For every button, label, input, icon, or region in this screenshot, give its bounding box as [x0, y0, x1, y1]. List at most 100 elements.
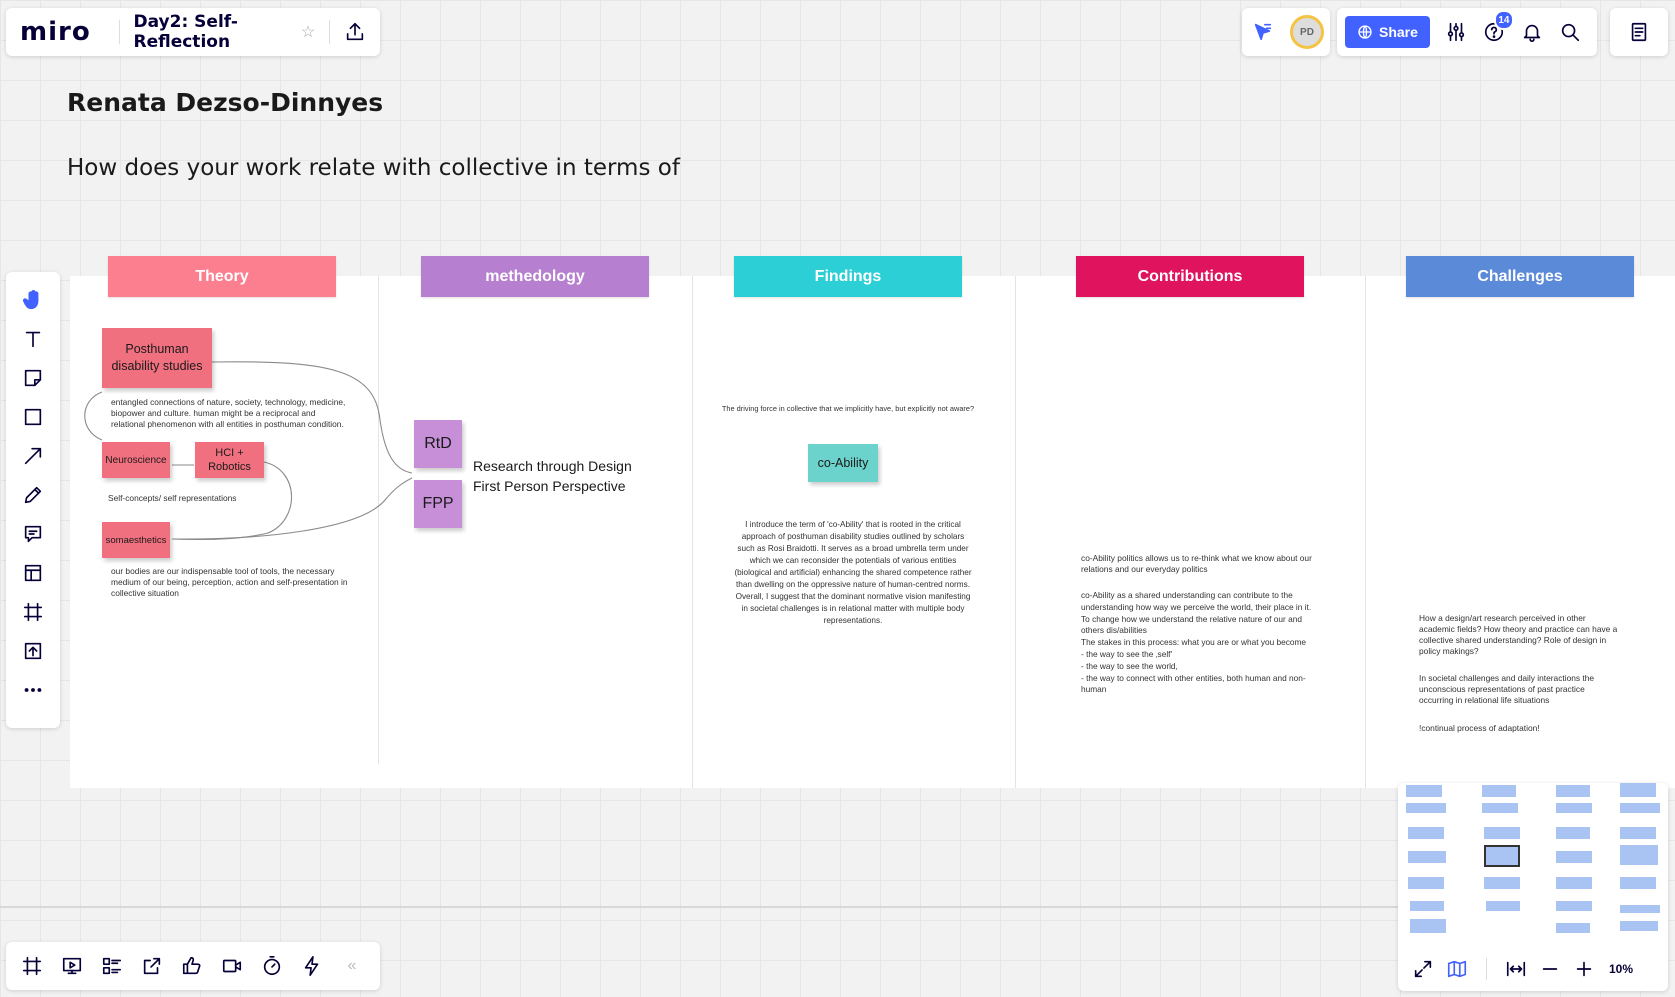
comment-icon[interactable] — [15, 516, 51, 552]
board-header-panel: miro Day2: Self-Reflection ☆ — [6, 8, 380, 56]
text-research-design: Research through Design — [473, 458, 632, 474]
zoom-controls: 10% — [1398, 951, 1668, 987]
lightning-icon[interactable] — [294, 948, 330, 984]
sticky-somaesthetics[interactable]: somaesthetics — [102, 522, 170, 558]
text-challenges-2: In societal challenges and daily interac… — [1419, 673, 1595, 705]
sticky-neuroscience[interactable]: Neuroscience — [102, 442, 170, 478]
minimap-panel[interactable]: 10% — [1398, 783, 1668, 991]
text-self-concepts: Self-concepts/ self representations — [108, 493, 237, 503]
avatar[interactable]: PD — [1290, 15, 1324, 49]
share-label: Share — [1379, 24, 1418, 40]
minimap-viewport[interactable] — [1484, 845, 1520, 867]
text-contributions-1: co-Ability politics allows us to re-thin… — [1081, 553, 1312, 574]
notes-icon[interactable] — [1621, 14, 1657, 50]
minimap-thumb — [1556, 785, 1590, 797]
collaborators-panel: PD — [1242, 8, 1330, 56]
cursor-flag-icon[interactable] — [1248, 14, 1278, 50]
fit-width-icon[interactable] — [1501, 951, 1531, 987]
shape-icon[interactable] — [15, 399, 51, 435]
text-contributions-2: co-Ability as a shared understanding can… — [1081, 590, 1312, 695]
left-toolbar — [6, 272, 60, 728]
zoom-out-icon[interactable] — [1535, 951, 1565, 987]
text-icon[interactable] — [15, 321, 51, 357]
text-entangled: entangled connections of nature, society… — [111, 397, 346, 429]
zoom-level[interactable]: 10% — [1609, 962, 1633, 976]
minimap-thumb — [1620, 877, 1656, 889]
minimap-thumb — [1620, 921, 1658, 931]
share-button[interactable]: Share — [1345, 16, 1430, 48]
minimap-thumb — [1484, 827, 1520, 839]
sticky-rtd[interactable]: RtD — [414, 420, 462, 468]
text-first-person: First Person Perspective — [473, 478, 626, 494]
minimap-thumb — [1406, 785, 1442, 797]
timer-icon[interactable] — [254, 948, 290, 984]
minimap-thumb — [1408, 827, 1444, 839]
minimap-thumb — [1556, 851, 1592, 863]
minimap-thumb — [1410, 919, 1446, 933]
collapse-icon[interactable]: « — [334, 948, 370, 984]
divider — [118, 20, 120, 44]
sticky-label: RtD — [424, 435, 452, 452]
hand-icon[interactable] — [15, 282, 51, 318]
minimap-thumb — [1620, 827, 1656, 839]
text-driving-force: The driving force in collective that we … — [721, 404, 975, 413]
bottom-toolbar: « — [6, 942, 380, 990]
bell-icon[interactable] — [1514, 14, 1550, 50]
sticky-note-icon[interactable] — [15, 360, 51, 396]
help-icon[interactable]: 14 — [1476, 10, 1514, 50]
sticky-label: somaesthetics — [105, 534, 167, 546]
text-challenges-1: How a design/art research perceived in o… — [1419, 613, 1618, 656]
text-challenges-3: !continual process of adaptation! — [1419, 723, 1540, 733]
minimap-thumb — [1556, 877, 1592, 889]
minimap-thumb — [1620, 905, 1660, 913]
search-icon[interactable] — [1552, 14, 1588, 50]
board-title[interactable]: Day2: Self-Reflection — [133, 12, 290, 52]
star-icon[interactable]: ☆ — [301, 22, 315, 42]
settings-sliders-icon[interactable] — [1438, 14, 1474, 50]
map-icon[interactable] — [1442, 951, 1472, 987]
minimap-thumb — [1484, 877, 1520, 889]
export-icon[interactable] — [344, 14, 366, 50]
sticky-posthuman[interactable]: Posthuman disability studies — [102, 328, 212, 388]
minimap-thumb — [1482, 803, 1518, 813]
upload-icon[interactable] — [15, 633, 51, 669]
minimap-thumb — [1408, 851, 1446, 863]
help-badge: 14 — [1493, 10, 1514, 30]
video-icon[interactable] — [214, 948, 250, 984]
frame-icon[interactable] — [15, 594, 51, 630]
minimap-canvas[interactable] — [1406, 783, 1662, 943]
minimap-thumb — [1620, 783, 1656, 797]
frame-icon[interactable] — [14, 948, 50, 984]
text-bodies: our bodies are our indispensable tool of… — [111, 566, 348, 598]
miro-logo[interactable]: miro — [20, 17, 91, 47]
fullscreen-icon[interactable] — [1408, 951, 1438, 987]
more-icon[interactable] — [15, 672, 51, 708]
share-screen-icon[interactable] — [134, 948, 170, 984]
list-icon[interactable] — [94, 948, 130, 984]
sticky-co-ability[interactable]: co-Ability — [808, 444, 878, 482]
minimap-thumb — [1556, 803, 1592, 813]
toolbar-right-panel: Share 14 — [1337, 8, 1597, 56]
sticky-hci-robotics[interactable]: HCI + Robotics — [195, 442, 264, 478]
text-co-ability-intro: I introduce the term of 'co-Ability' tha… — [734, 520, 972, 625]
template-icon[interactable] — [15, 555, 51, 591]
minimap-thumb — [1620, 845, 1658, 865]
sticky-fpp[interactable]: FPP — [414, 480, 462, 528]
sticky-label: Neuroscience — [105, 454, 167, 466]
like-icon[interactable] — [174, 948, 210, 984]
pen-icon[interactable] — [15, 477, 51, 513]
sticky-label: co-Ability — [817, 456, 869, 470]
arrow-icon[interactable] — [15, 438, 51, 474]
minimap-thumb — [1486, 901, 1520, 911]
sticky-label: Posthuman disability studies — [111, 342, 203, 373]
divider — [329, 20, 330, 44]
present-icon[interactable] — [54, 948, 90, 984]
minimap-thumb — [1482, 785, 1516, 797]
canvas-divider — [0, 906, 1400, 908]
minimap-thumb — [1406, 803, 1446, 813]
minimap-thumb — [1556, 923, 1590, 933]
minimap-thumb — [1556, 901, 1592, 911]
minimap-thumb — [1410, 901, 1444, 911]
zoom-in-icon[interactable] — [1569, 951, 1599, 987]
divider — [1486, 958, 1487, 980]
